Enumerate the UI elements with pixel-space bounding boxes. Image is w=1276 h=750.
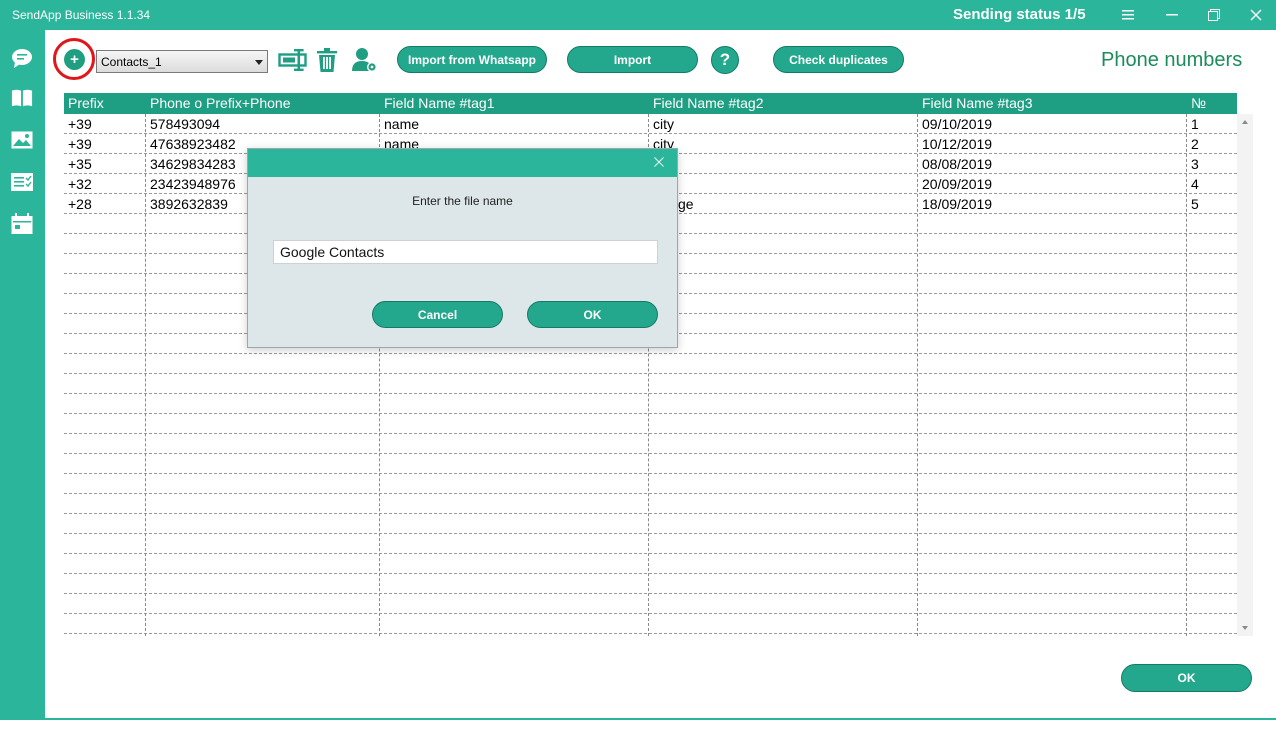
rename-list-button[interactable] — [278, 47, 310, 73]
table-row[interactable] — [64, 474, 1237, 494]
column-divider — [145, 114, 146, 636]
check-duplicates-button[interactable]: Check duplicates — [773, 46, 904, 73]
chat-bubble-icon — [12, 49, 32, 68]
cell-tag3: 09/10/2019 — [922, 116, 993, 132]
column-header-number[interactable]: № — [1191, 95, 1206, 111]
cell-number: 3 — [1191, 156, 1199, 172]
cell-number: 4 — [1191, 176, 1199, 192]
minimize-button[interactable] — [1150, 0, 1194, 30]
bottom-border — [0, 718, 1276, 720]
table-header: Prefix Phone o Prefix+Phone Field Name #… — [64, 93, 1237, 114]
close-button[interactable] — [1234, 0, 1276, 30]
table-row[interactable] — [64, 454, 1237, 474]
sidebar-item-list[interactable] — [11, 171, 33, 193]
dialog-cancel-button[interactable]: Cancel — [372, 301, 503, 328]
cell-tag3: 18/09/2019 — [922, 196, 993, 212]
help-button[interactable]: ? — [711, 46, 739, 74]
restore-icon — [1208, 9, 1220, 21]
cell-number: 2 — [1191, 136, 1199, 152]
table-row[interactable] — [64, 614, 1237, 634]
sidebar — [0, 30, 45, 720]
hamburger-icon — [1122, 10, 1134, 20]
calendar-icon — [11, 213, 33, 234]
cell-prefix: +39 — [68, 136, 92, 152]
table-row[interactable] — [64, 514, 1237, 534]
cell-prefix: +39 — [68, 116, 92, 132]
dropdown-caret-icon — [255, 60, 263, 65]
cell-tag3: 08/08/2019 — [922, 156, 993, 172]
sidebar-item-messages[interactable] — [11, 47, 33, 69]
title-bar: SendApp Business 1.1.34 Sending status 1… — [0, 0, 1276, 30]
table-row[interactable] — [64, 414, 1237, 434]
contact-list-select[interactable]: Contacts_1 — [96, 50, 268, 73]
cell-prefix: +35 — [68, 156, 92, 172]
column-header-tag2[interactable]: Field Name #tag2 — [653, 95, 764, 111]
table-row[interactable] — [64, 534, 1237, 554]
cell-prefix: +32 — [68, 176, 92, 192]
column-header-phone[interactable]: Phone o Prefix+Phone — [150, 95, 291, 111]
close-icon — [1250, 9, 1262, 21]
sidebar-item-calendar[interactable] — [11, 213, 33, 235]
minimize-icon — [1166, 14, 1178, 16]
dialog-ok-button[interactable]: OK — [527, 301, 658, 328]
dialog-header — [248, 149, 677, 177]
checklist-icon — [11, 173, 33, 191]
table-row[interactable] — [64, 354, 1237, 374]
cell-tag3: 20/09/2019 — [922, 176, 993, 192]
delete-list-button[interactable] — [316, 47, 338, 73]
column-header-tag3[interactable]: Field Name #tag3 — [922, 95, 1033, 111]
cell-prefix: +28 — [68, 196, 92, 212]
sidebar-item-phonebook[interactable] — [11, 87, 33, 109]
cell-phone: 34629834283 — [150, 156, 236, 172]
restore-button[interactable] — [1192, 0, 1236, 30]
table-row[interactable] — [64, 434, 1237, 454]
contact-list-selected: Contacts_1 — [101, 55, 162, 69]
rename-icon — [278, 49, 307, 71]
sidebar-item-media[interactable] — [11, 129, 33, 151]
contact-settings-button[interactable] — [352, 47, 378, 73]
cell-tag2: city — [653, 116, 674, 132]
scroll-up-icon[interactable] — [1242, 120, 1248, 124]
table-row[interactable] — [64, 494, 1237, 514]
ok-button[interactable]: OK — [1121, 664, 1252, 692]
import-from-whatsapp-button[interactable]: Import from Whatsapp — [397, 46, 547, 73]
table-scrollbar[interactable] — [1237, 114, 1253, 636]
cell-tag1: name — [384, 116, 420, 132]
user-gear-icon — [352, 48, 377, 72]
app-title: SendApp Business 1.1.34 — [12, 8, 151, 22]
column-header-tag1[interactable]: Field Name #tag1 — [384, 95, 495, 111]
table-row[interactable] — [64, 574, 1237, 594]
add-list-button[interactable]: + — [64, 49, 85, 70]
column-divider — [1186, 114, 1187, 636]
file-name-dialog: Enter the file name Cancel OK — [247, 148, 678, 348]
page-title: Phone numbers — [1101, 49, 1243, 71]
sendapp-window: SendApp Business 1.1.34 Sending status 1… — [0, 0, 1276, 750]
table-row[interactable] — [64, 554, 1237, 574]
import-button[interactable]: Import — [567, 46, 698, 73]
column-header-prefix[interactable]: Prefix — [68, 95, 104, 111]
close-icon — [654, 157, 664, 167]
dialog-prompt: Enter the file name — [412, 194, 513, 208]
cell-tag3: 10/12/2019 — [922, 136, 993, 152]
table-row[interactable]: +39 578493094 name city 09/10/2019 1 — [64, 114, 1237, 134]
scroll-down-icon[interactable] — [1242, 626, 1248, 630]
image-icon — [11, 131, 33, 149]
cell-number: 5 — [1191, 196, 1199, 212]
cell-phone: 47638923482 — [150, 136, 236, 152]
trash-icon — [317, 48, 337, 72]
cell-phone: 23423948976 — [150, 176, 236, 192]
cell-number: 1 — [1191, 116, 1199, 132]
menu-button[interactable] — [1106, 0, 1150, 30]
cell-phone: 578493094 — [150, 116, 221, 132]
cell-phone: 3892632839 — [150, 196, 228, 212]
dialog-close-button[interactable] — [651, 154, 667, 170]
sending-status: Sending status 1/5 — [953, 6, 1086, 23]
column-divider — [917, 114, 918, 636]
table-row[interactable] — [64, 374, 1237, 394]
file-name-input[interactable] — [273, 240, 658, 264]
book-icon — [11, 89, 33, 107]
table-row[interactable] — [64, 594, 1237, 614]
cell-tag2: ge — [678, 196, 694, 212]
table-row[interactable] — [64, 394, 1237, 414]
